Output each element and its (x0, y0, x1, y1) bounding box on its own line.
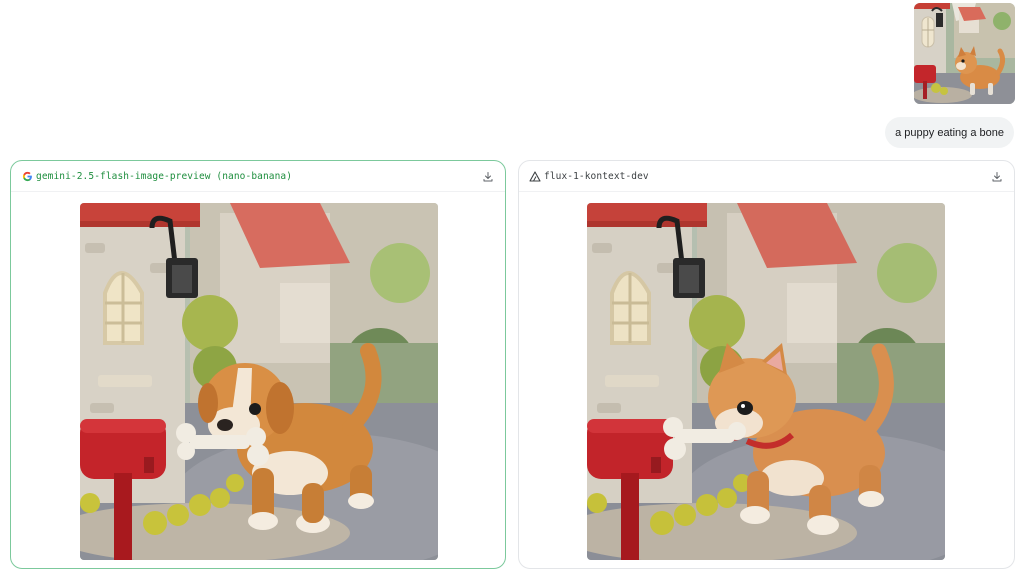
model-name-label: flux-1-kontext-dev (544, 170, 649, 182)
model-name-label: gemini-2.5-flash-image-preview (nano-ban… (36, 170, 293, 182)
result-card-header: gemini-2.5-flash-image-preview (nano-ban… (11, 161, 505, 192)
download-button[interactable] (989, 169, 1004, 184)
download-icon (483, 171, 492, 181)
generated-image[interactable] (80, 203, 438, 560)
download-icon (992, 171, 1001, 181)
generated-image[interactable] (587, 203, 945, 560)
result-card-gemini: gemini-2.5-flash-image-preview (nano-ban… (10, 160, 506, 569)
download-button[interactable] (480, 169, 495, 184)
result-card-flux: flux-1-kontext-dev (518, 160, 1015, 569)
result-card-header: flux-1-kontext-dev (519, 161, 1014, 192)
user-prompt-text: a puppy eating a bone (895, 126, 1004, 139)
user-prompt-bubble: a puppy eating a bone (885, 117, 1014, 148)
google-g-icon (21, 170, 33, 182)
chat-page: a puppy eating a bone gemini-2.5-flash-i… (0, 0, 1024, 572)
triangle-logo-icon (529, 170, 541, 182)
user-attachment-thumbnail[interactable] (914, 3, 1015, 104)
